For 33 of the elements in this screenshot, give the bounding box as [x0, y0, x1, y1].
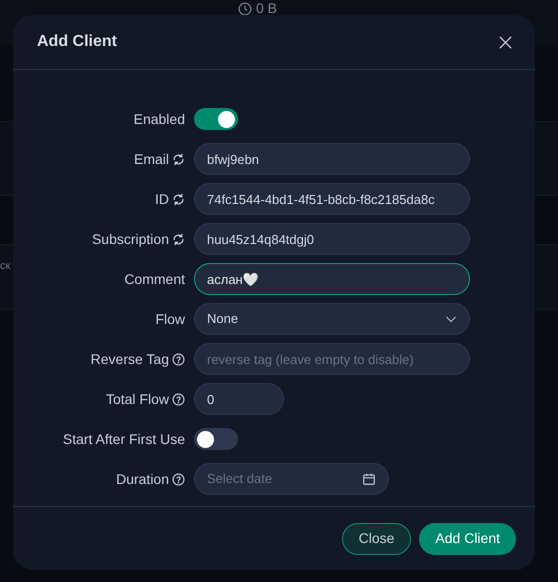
toggle-switch[interactable]	[194, 428, 238, 450]
field-label: Duration	[116, 470, 169, 488]
field-label: Email	[134, 150, 169, 168]
toggle-switch[interactable]	[194, 108, 238, 130]
field-label: Flow	[155, 310, 185, 328]
field-label: Total Flow	[106, 390, 169, 408]
traffic-text: 0 B	[256, 0, 278, 18]
calendar-icon	[362, 472, 376, 486]
help-icon[interactable]	[172, 472, 185, 486]
table-cell-text: ск	[0, 259, 10, 274]
add-client-button[interactable]: Add Client	[419, 522, 516, 554]
input-field[interactable]: huu45z14q84tdgj0	[194, 223, 470, 255]
input-field[interactable]: аслан🤍	[194, 263, 470, 295]
refresh-icon[interactable]	[172, 152, 185, 166]
number-field[interactable]: 0	[194, 383, 284, 415]
flow-dropdown[interactable]: None	[194, 303, 470, 335]
help-icon[interactable]	[172, 352, 185, 366]
input-field[interactable]: reverse tag (leave empty to disable)	[194, 343, 470, 375]
field-label: Start After First Use	[62, 430, 185, 448]
help-icon[interactable]	[172, 392, 185, 406]
close-icon[interactable]	[498, 34, 513, 50]
field-label: Enabled	[134, 110, 185, 128]
input-field[interactable]: 74fc1544-4bd1-4f51-b8cb-f8c2185da8c	[194, 183, 470, 215]
close-button[interactable]: Close	[342, 522, 412, 554]
field-label: Subscription	[92, 230, 169, 249]
clock-icon	[238, 2, 252, 16]
field-label: Comment	[124, 270, 185, 288]
field-label: Reverse Tag	[90, 350, 169, 369]
input-field[interactable]: bfwj9ebn	[194, 143, 470, 175]
dialog-title: Add Client	[37, 32, 117, 52]
refresh-icon[interactable]	[172, 232, 185, 246]
field-label: ID	[155, 190, 169, 208]
refresh-icon[interactable]	[172, 192, 185, 206]
